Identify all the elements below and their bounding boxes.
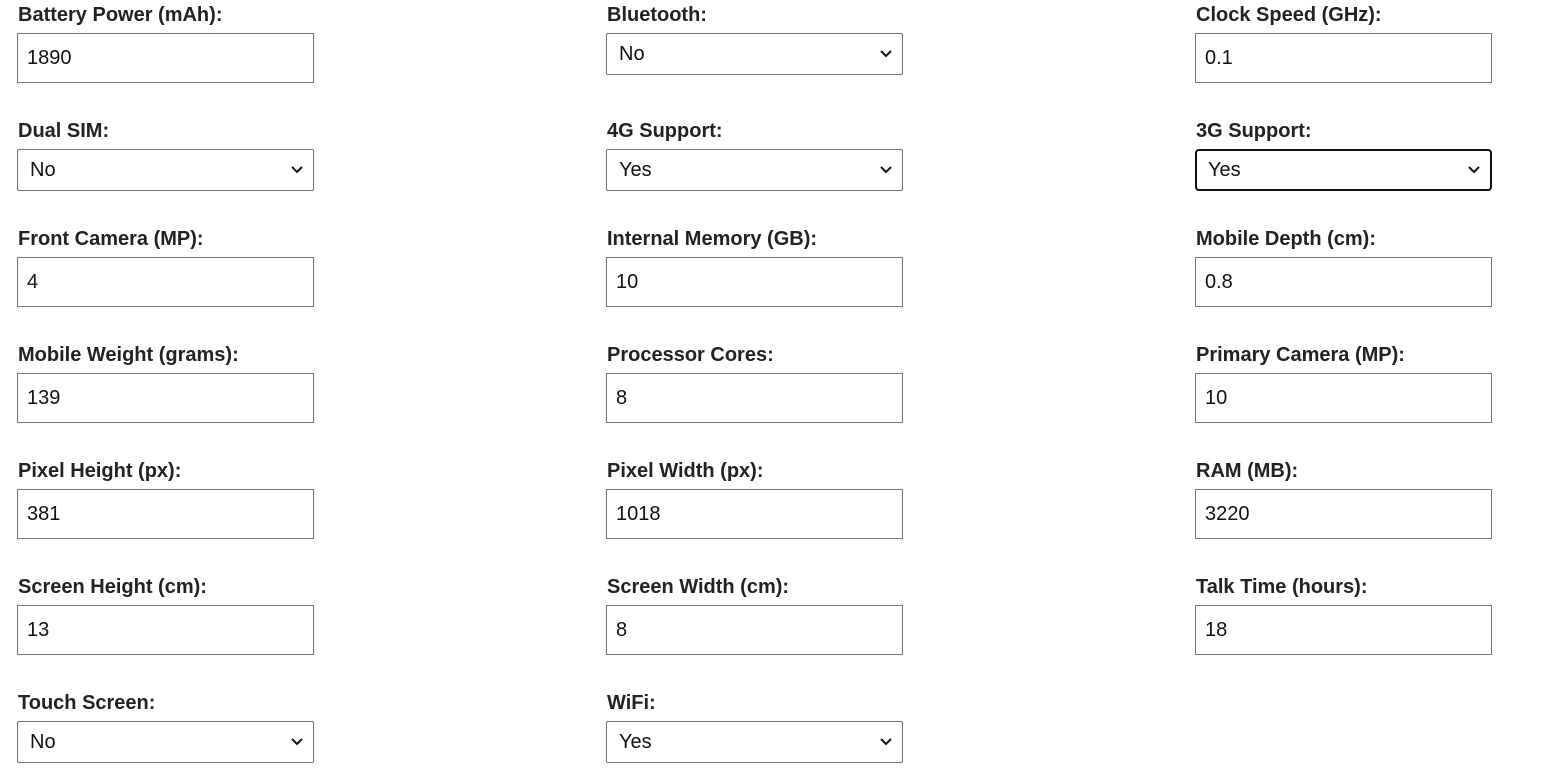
pixel-width-label: Pixel Width (px): [607, 460, 764, 482]
wifi-select[interactable]: Yes [606, 721, 903, 763]
bluetooth-select[interactable]: No [606, 33, 903, 75]
chevron-down-icon [291, 166, 303, 174]
four-g-label: 4G Support: [607, 120, 723, 142]
primary-camera-label: Primary Camera (MP): [1196, 344, 1405, 366]
wifi-selected-value: Yes [619, 731, 652, 753]
screen-width-input[interactable] [606, 605, 903, 655]
screen-height-input[interactable] [17, 605, 314, 655]
chevron-down-icon [880, 50, 892, 58]
internal-memory-input[interactable] [606, 257, 903, 307]
dual-sim-selected-value: No [30, 159, 56, 181]
mobile-depth-input[interactable] [1195, 257, 1492, 307]
three-g-selected-value: Yes [1208, 159, 1241, 181]
battery-power-input[interactable] [17, 33, 314, 83]
battery-power-label: Battery Power (mAh): [18, 4, 223, 26]
four-g-select[interactable]: Yes [606, 149, 903, 191]
talk-time-input[interactable] [1195, 605, 1492, 655]
chevron-down-icon [880, 738, 892, 746]
clock-speed-input[interactable] [1195, 33, 1492, 83]
front-camera-label: Front Camera (MP): [18, 228, 204, 250]
three-g-select[interactable]: Yes [1195, 149, 1492, 191]
three-g-label: 3G Support: [1196, 120, 1312, 142]
talk-time-label: Talk Time (hours): [1196, 576, 1368, 598]
chevron-down-icon [880, 166, 892, 174]
bluetooth-label: Bluetooth: [607, 4, 707, 26]
primary-camera-input[interactable] [1195, 373, 1492, 423]
screen-width-label: Screen Width (cm): [607, 576, 790, 598]
chevron-down-icon [291, 738, 303, 746]
phone-spec-form: Battery Power (mAh): Bluetooth: No Clock… [0, 0, 1561, 779]
chevron-down-icon [1468, 166, 1480, 174]
internal-memory-label: Internal Memory (GB): [607, 228, 818, 250]
front-camera-input[interactable] [17, 257, 314, 307]
pixel-height-input[interactable] [17, 489, 314, 539]
pixel-height-label: Pixel Height (px): [18, 460, 182, 482]
pixel-width-input[interactable] [606, 489, 903, 539]
touch-screen-select[interactable]: No [17, 721, 314, 763]
mobile-weight-label: Mobile Weight (grams): [18, 344, 239, 366]
screen-height-label: Screen Height (cm): [18, 576, 207, 598]
mobile-weight-input[interactable] [17, 373, 314, 423]
dual-sim-label: Dual SIM: [18, 120, 110, 142]
clock-speed-label: Clock Speed (GHz): [1196, 4, 1382, 26]
touch-screen-label: Touch Screen: [18, 692, 156, 714]
processor-cores-label: Processor Cores: [607, 344, 774, 366]
bluetooth-selected-value: No [619, 43, 645, 65]
mobile-depth-label: Mobile Depth (cm): [1196, 228, 1376, 250]
four-g-selected-value: Yes [619, 159, 652, 181]
ram-input[interactable] [1195, 489, 1492, 539]
touch-screen-selected-value: No [30, 731, 56, 753]
dual-sim-select[interactable]: No [17, 149, 314, 191]
ram-label: RAM (MB): [1196, 460, 1299, 482]
wifi-label: WiFi: [607, 692, 656, 714]
processor-cores-input[interactable] [606, 373, 903, 423]
